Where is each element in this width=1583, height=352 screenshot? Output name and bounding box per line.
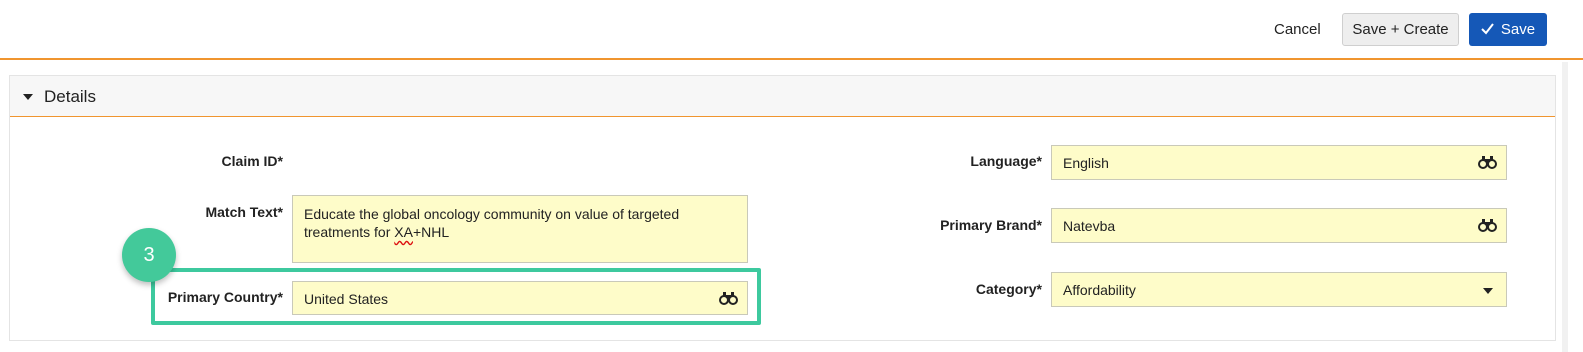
toolbar-divider bbox=[0, 58, 1583, 60]
match-text-content: Educate the global oncology community on… bbox=[304, 206, 680, 240]
step-badge: 3 bbox=[122, 228, 176, 282]
primary-brand-label: Primary Brand* bbox=[940, 217, 1042, 233]
step-highlight-box bbox=[151, 268, 761, 325]
language-value: English bbox=[1063, 155, 1109, 171]
checkmark-icon bbox=[1481, 23, 1494, 35]
language-label: Language* bbox=[970, 153, 1042, 169]
match-text-value: Educate the global oncology community on… bbox=[304, 205, 724, 241]
match-text-field[interactable]: Educate the global oncology community on… bbox=[292, 195, 748, 263]
primary-brand-value: Natevba bbox=[1063, 218, 1116, 234]
details-section-header[interactable]: Details bbox=[10, 76, 1555, 117]
vertical-scrollbar[interactable] bbox=[1562, 62, 1568, 352]
collapse-caret-icon[interactable] bbox=[23, 94, 33, 100]
category-value: Affordability bbox=[1063, 282, 1136, 298]
chevron-down-icon[interactable] bbox=[1483, 288, 1493, 294]
match-text-suffix: +NHL bbox=[412, 224, 450, 240]
section-title: Details bbox=[44, 87, 96, 106]
binoculars-icon[interactable] bbox=[1478, 218, 1497, 232]
cancel-button[interactable]: Cancel bbox=[1262, 13, 1333, 46]
top-toolbar: Cancel Save + Create Save bbox=[0, 0, 1583, 59]
misspelled-word: XA bbox=[394, 224, 413, 240]
claim-id-label: Claim ID* bbox=[221, 153, 283, 169]
binoculars-icon[interactable] bbox=[1478, 155, 1497, 169]
match-text-label: Match Text* bbox=[205, 204, 283, 220]
language-field[interactable]: English bbox=[1051, 145, 1507, 180]
save-create-button[interactable]: Save + Create bbox=[1342, 13, 1459, 46]
save-button[interactable]: Save bbox=[1469, 13, 1547, 46]
category-dropdown[interactable]: Affordability bbox=[1051, 272, 1507, 307]
save-button-label: Save bbox=[1500, 21, 1536, 38]
category-label: Category* bbox=[975, 281, 1042, 297]
primary-brand-field[interactable]: Natevba bbox=[1051, 208, 1507, 243]
